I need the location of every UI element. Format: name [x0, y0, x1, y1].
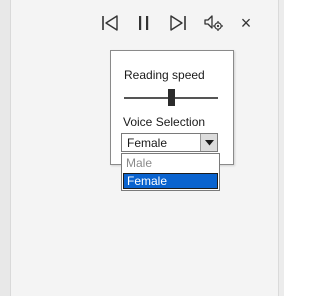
voice-settings-icon [204, 15, 223, 31]
voice-option-male[interactable]: Male [123, 156, 218, 172]
previous-button[interactable] [97, 10, 123, 36]
pause-icon [139, 16, 149, 30]
next-button[interactable] [165, 10, 191, 36]
chevron-down-icon[interactable] [200, 134, 217, 151]
voice-dropdown-list: Male Female [121, 153, 220, 191]
reading-speed-label: Reading speed [124, 68, 205, 82]
pause-button[interactable] [131, 10, 157, 36]
skip-back-icon [102, 15, 118, 31]
voice-selection-label: Voice Selection [123, 115, 206, 129]
voice-select-value: Female [127, 136, 168, 150]
voice-select[interactable]: Female [121, 133, 218, 152]
vertical-scrollbar[interactable] [278, 0, 284, 296]
voice-settings-button[interactable] [200, 10, 226, 36]
voice-option-female[interactable]: Female [123, 173, 218, 189]
close-button[interactable]: × [233, 10, 259, 36]
skip-forward-icon [170, 15, 186, 31]
left-edge [0, 0, 10, 296]
reading-speed-slider-thumb[interactable] [167, 89, 175, 106]
